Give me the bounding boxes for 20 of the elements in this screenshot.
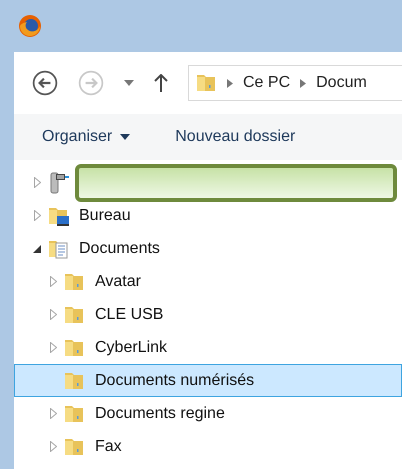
recent-locations-caret-icon[interactable] [124, 80, 134, 86]
tree-item[interactable]: CLE USB [14, 298, 402, 331]
organise-menu-button[interactable]: Organiser [42, 125, 130, 149]
breadcrumb-item[interactable]: Ce PC [243, 71, 290, 95]
tree-item[interactable]: Documents [14, 232, 402, 265]
caret-icon[interactable] [120, 134, 130, 140]
browser-logo-icon [18, 14, 42, 38]
expander-icon[interactable] [33, 244, 41, 252]
back-button[interactable] [32, 70, 58, 96]
tree-item[interactable]: Avatar [14, 265, 402, 298]
breadcrumb-item[interactable]: Docum [316, 71, 367, 95]
tree-item[interactable]: Documents regine [14, 397, 402, 430]
tree-item[interactable]: CyberLink [14, 331, 402, 364]
tree-item[interactable]: Fax [14, 430, 402, 463]
tree-item[interactable]: Bureau [14, 199, 402, 232]
tree-item[interactable]: Documents numérisés [14, 364, 402, 397]
new-folder-button[interactable]: Nouveau dossier [175, 125, 296, 149]
chevron-icon[interactable] [300, 78, 306, 88]
up-arrow-icon[interactable] [154, 74, 168, 92]
chevron-icon[interactable] [227, 78, 233, 88]
